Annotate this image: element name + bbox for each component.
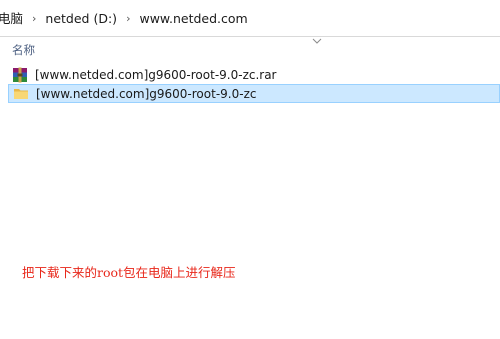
instruction-caption: 把下载下来的root包在电脑上进行解压 xyxy=(22,265,236,280)
file-name: [www.netded.com]g9600-root-9.0-zc.rar xyxy=(35,67,277,82)
breadcrumb-item-pc[interactable]: 电脑 xyxy=(0,0,23,37)
file-name: [www.netded.com]g9600-root-9.0-zc xyxy=(36,86,257,101)
folder-icon xyxy=(14,88,28,99)
file-row-rar[interactable]: [www.netded.com]g9600-root-9.0-zc.rar xyxy=(8,65,500,84)
column-header-row: 名称 xyxy=(0,37,500,63)
chevron-right-icon[interactable]: › xyxy=(32,0,36,37)
winrar-archive-icon xyxy=(13,67,27,82)
sort-chevron-icon[interactable] xyxy=(311,37,323,45)
chevron-right-icon[interactable]: › xyxy=(126,0,130,37)
column-header-name[interactable]: 名称 xyxy=(12,42,35,58)
breadcrumb-item-folder[interactable]: www.netded.com xyxy=(139,0,247,37)
address-bar[interactable]: 电脑 › netded (D:) › www.netded.com xyxy=(0,0,500,37)
file-row-folder[interactable]: [www.netded.com]g9600-root-9.0-zc xyxy=(8,84,500,103)
breadcrumb-item-drive[interactable]: netded (D:) xyxy=(45,0,117,37)
